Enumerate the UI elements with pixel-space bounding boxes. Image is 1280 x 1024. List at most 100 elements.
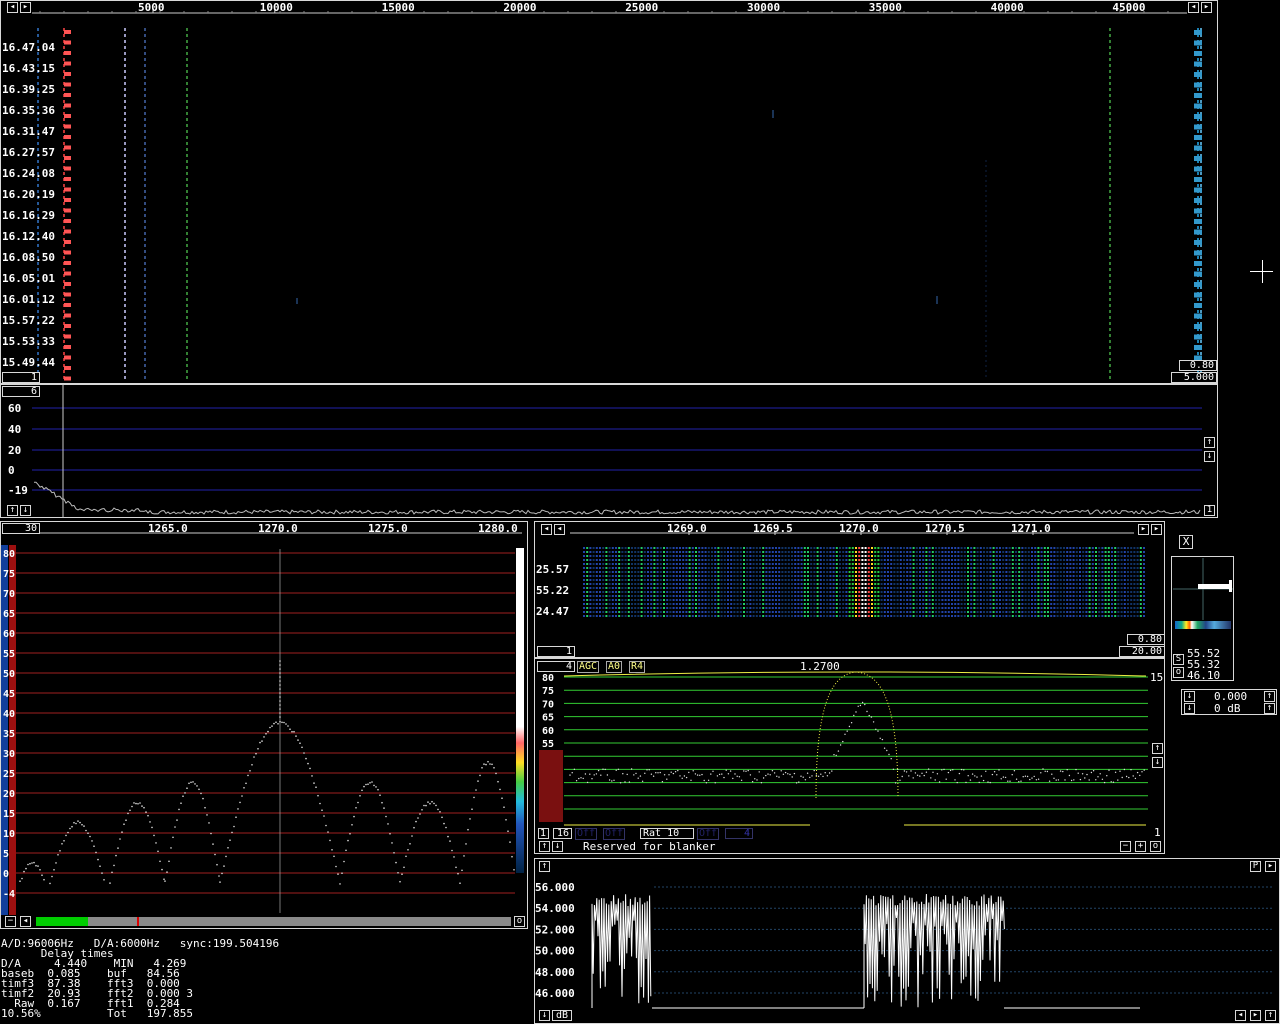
hires-point [813,769,815,772]
signal-mark [64,145,71,150]
baseband-point [214,853,216,856]
baseband-minus-button[interactable]: − [5,916,16,927]
waterfall-plot[interactable]: 5000 10000 15000 20000 25000 30000 35000 40000 4… [0,0,1218,384]
hires-gain-box[interactable]: 0.80 [1127,634,1165,645]
baseband-plot[interactable]: 1265.0 1270.0 1275.0 1280.08075706560555045… [0,521,528,929]
baseband-point [121,831,123,833]
hires-waterfall-plot[interactable]: 1269.0 1269.5 1270.0 1270.5 1271.0 25.57 55.22… [534,521,1165,658]
hires-point [666,778,668,780]
wide-spectrum-window[interactable]: 6 60 40 20 0 -19 ↑ ↓ ↑ ↓ 1 [0,384,1218,518]
hires-zero-box[interactable]: 20.00 [1119,646,1165,657]
hires-scale-down-button[interactable]: ↓ [1152,757,1163,768]
baseband-point [373,784,375,787]
spectrum-zoom-down-button[interactable]: ↓ [20,505,31,516]
baseband-point [233,825,235,828]
hires-point [628,781,631,783]
hires-point [793,772,796,775]
spectrum-scale-up-button[interactable]: ↑ [1204,437,1215,448]
hires-box-4[interactable]: 4 [725,828,753,839]
hires-point [663,774,666,776]
rat-box[interactable]: Rat 10 [640,828,694,839]
hires-point [591,778,593,780]
db-tick-label: 5 [3,849,9,860]
hires-spectrum-plot[interactable]: 8075706560555045403530 [534,658,1165,854]
hires-down-button[interactable]: ↓ [552,841,563,852]
smeter-close-button[interactable]: X [1179,535,1193,549]
waterfall-avg-box[interactable]: 1 [2,372,40,383]
reserved-for-blanker-text: Reserved for blanker [583,840,716,853]
hires-waterfall-window[interactable]: ◂ ◂ ▸ ▸ 1269.0 1269.5 1270.0 1270.5 1271.0 25… [534,521,1165,658]
off-toggle-2[interactable]: Off [603,828,626,840]
hires-up-button[interactable]: ↑ [539,841,550,852]
scope-up2-button[interactable]: ↑ [1265,1010,1276,1021]
spectrum-trace [34,481,1201,515]
hires-box-1[interactable]: 1 [538,828,549,839]
hires-o-button[interactable]: o [1150,841,1161,852]
hires-point [683,775,686,777]
baseband-right-button[interactable]: o [514,916,525,927]
time-label: 16.35.36 [2,104,55,117]
time-label: 16.16.29 [2,209,55,222]
baseband-point [271,725,273,727]
smeter-s-button[interactable]: S [1173,654,1184,665]
spectrum-scale-down-button[interactable]: ↓ [1204,451,1215,462]
hires-plus-button[interactable]: + [1135,841,1146,852]
signal-mark [64,103,71,108]
hires-point [1081,773,1084,775]
baseband-point [279,712,281,714]
baseband-window[interactable]: 30 1265.0 1270.0 1275.0 1280.0 80 75 70 65 60 55 5… [0,521,528,929]
hires-point [674,771,677,773]
smeter-o-button[interactable]: o [1173,667,1184,678]
waterfall-zero-box[interactable]: 5.000 [1171,372,1217,383]
scope-plot[interactable]: 56.000 54.000 52.000 50.000 48.000 46.000 [534,858,1280,1024]
baseband-point [237,808,239,810]
baseband-left-button[interactable]: ◂ [20,916,31,927]
scope-down-button[interactable]: ↓ [539,1010,550,1021]
waterfall-gain-box[interactable]: 0.80 [1179,360,1217,371]
spectrum-zoom-up-button[interactable]: ↑ [7,505,18,516]
scope-db-button[interactable]: dB [552,1010,572,1021]
hires-point [646,769,648,771]
signal-mark [1194,229,1202,235]
scope-window[interactable]: ↑ P ▸ 56.000 54.000 52.000 50.000 48.000 46.0… [534,858,1280,1024]
scope-right2-button[interactable]: ▸ [1250,1010,1261,1021]
hires-scale-up-button[interactable]: ↑ [1152,743,1163,754]
hires-point [648,769,650,771]
time-label: 16.05.01 [2,272,55,285]
hires-avg-box[interactable]: 1 [537,646,575,657]
level-controls[interactable]: ↓ 0.000 ↑ ↓ 0 dB ↑ [1181,689,1277,715]
spectrum-one-button[interactable]: 1 [1204,505,1215,516]
db-down-button[interactable]: ↓ [1184,703,1195,714]
hires-point [617,768,620,770]
signal-mark [1194,124,1202,130]
off-toggle-3[interactable]: Off [697,828,720,840]
signal-mark [64,229,71,234]
db-tick-label: 0 [3,869,9,880]
baseband-point [111,871,113,874]
hires-point [1103,781,1106,784]
off-toggle-1[interactable]: Off [575,828,598,840]
baseband-point [335,865,337,868]
hires-minus-button[interactable]: − [1120,841,1131,852]
baseband-point [405,855,407,858]
hires-point [826,775,829,777]
hires-point [760,782,763,784]
level-down-button[interactable]: ↓ [1184,691,1195,702]
baseband-volume-marker[interactable] [137,917,139,926]
db-up-button[interactable]: ↑ [1264,703,1275,714]
signal-mark [1194,156,1202,161]
hires-spectrum-window[interactable]: 4 AGC A0 R4 1.2700 15 807570656055504540… [534,658,1165,854]
wide-spectrum-plot[interactable]: 60 40 20 0 -19 [0,384,1218,518]
hires-point [754,778,756,780]
baseband-point [161,868,163,871]
signal-mark [64,40,71,45]
main-waterfall-window[interactable]: ◂ ▸ ◂ ▸ 5000 10000 15000 20000 25000 30000 350… [0,0,1218,384]
level-up-button[interactable]: ↑ [1264,691,1275,702]
baseband-point [225,855,227,858]
time-label: 16.01.12 [2,293,55,306]
hires-point [963,769,965,771]
scope-left-button[interactable]: ◂ [1235,1010,1246,1021]
hires-box-16[interactable]: 16 [553,828,572,839]
smeter-window[interactable]: S o 55.52 55.32 46.10 [1171,556,1234,681]
baseband-volume-bar[interactable] [36,917,511,926]
